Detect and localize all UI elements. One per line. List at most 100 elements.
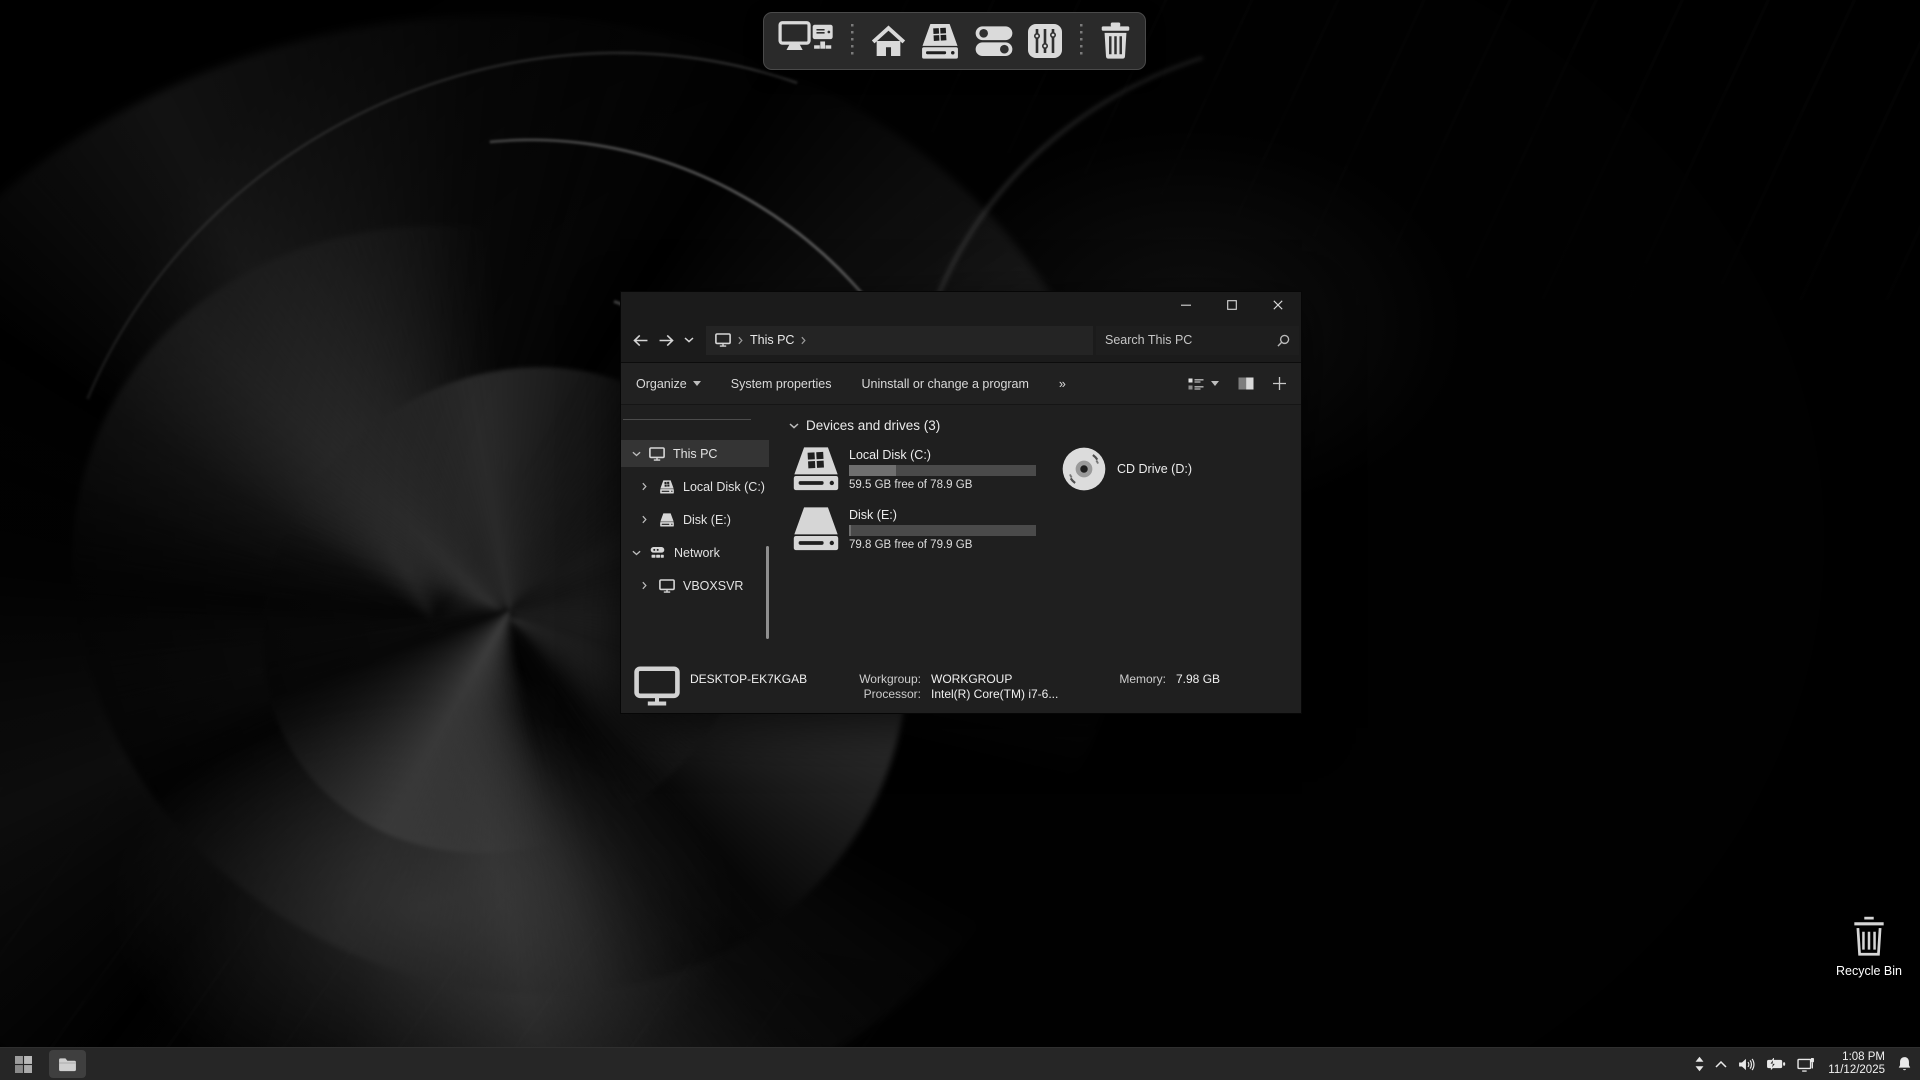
- drive-name: Local Disk (C:): [849, 448, 1036, 462]
- sidebar-item-local-disk-c[interactable]: Local Disk (C:): [621, 473, 769, 500]
- command-bar: Organize System properties Uninstall or …: [621, 363, 1301, 405]
- workgroup-value: WORKGROUP: [931, 672, 1098, 686]
- sidebar-item-label: VBOXSVR: [683, 579, 743, 593]
- this-pc-icon: [715, 333, 731, 347]
- network-icon: [649, 546, 666, 560]
- capacity-bar: [849, 525, 1036, 536]
- processor-label: Processor:: [847, 687, 921, 701]
- drive-free-space: 59.5 GB free of 78.9 GB: [849, 479, 1036, 491]
- computer-name: DESKTOP-EK7KGAB: [690, 672, 837, 686]
- drive-tile-disk-e[interactable]: Disk (E:) 79.8 GB free of 79.9 GB: [786, 504, 1039, 554]
- network-display-icon[interactable]: [1797, 1057, 1815, 1072]
- recent-locations-dropdown[interactable]: [679, 326, 699, 354]
- monitor-icon: [659, 579, 675, 593]
- expand-ribbon-button[interactable]: [1273, 377, 1286, 390]
- group-header[interactable]: Devices and drives (3): [786, 418, 1301, 433]
- sidebar-item-disk-e[interactable]: Disk (E:): [621, 506, 769, 533]
- drive-tile-local-disk-c[interactable]: Local Disk (C:) 59.5 GB free of 78.9 GB: [786, 444, 1039, 494]
- search-icon[interactable]: [1277, 334, 1290, 347]
- memory-label: Memory:: [1108, 672, 1166, 686]
- clock-date: 11/12/2025: [1828, 1064, 1885, 1078]
- sidebar-item-vboxsvr[interactable]: VBOXSVR: [621, 572, 769, 599]
- drive-name: Disk (E:): [849, 508, 1036, 522]
- drive-name: CD Drive (D:): [1117, 462, 1192, 476]
- details-pane: DESKTOP-EK7KGAB Workgroup: WORKGROUP Mem…: [621, 659, 1301, 713]
- system-tray: 1:08 PM 11/12/2025: [1695, 1051, 1920, 1078]
- chevron-right-icon[interactable]: [642, 482, 651, 491]
- forward-button[interactable]: [653, 326, 679, 354]
- drive-free-space: 79.8 GB free of 79.9 GB: [849, 539, 1036, 551]
- drive-tile-cd-d[interactable]: CD Drive (D:): [1039, 444, 1301, 494]
- back-button[interactable]: [627, 326, 653, 354]
- top-dock: [763, 12, 1146, 70]
- uninstall-program-button[interactable]: Uninstall or change a program: [861, 377, 1028, 391]
- disk-icon[interactable]: [919, 23, 961, 60]
- sidebar-scrollbar[interactable]: [766, 546, 769, 639]
- system-properties-button[interactable]: System properties: [731, 377, 832, 391]
- computer-dock-icon[interactable]: [778, 21, 834, 61]
- home-icon[interactable]: [871, 25, 906, 57]
- sidebar-item-label: Network: [674, 546, 720, 560]
- recycle-bin-shortcut[interactable]: Recycle Bin: [1823, 915, 1915, 978]
- file-explorer-taskbar-button[interactable]: [49, 1050, 86, 1078]
- sidebar-item-label: Local Disk (C:): [683, 480, 765, 494]
- change-view-button[interactable]: [1188, 377, 1219, 391]
- chevron-down-icon[interactable]: [632, 550, 641, 556]
- taskbar-clock[interactable]: 1:08 PM 11/12/2025: [1828, 1051, 1885, 1078]
- hidden-icons-chevron[interactable]: [1715, 1061, 1727, 1068]
- chevron-right-icon[interactable]: [642, 581, 651, 590]
- recycle-bin-label: Recycle Bin: [1836, 964, 1902, 978]
- title-bar: [621, 292, 1301, 318]
- navigation-pane: This PC Local Disk (C:) Disk (E:) Networ…: [621, 405, 776, 659]
- trash-icon[interactable]: [1100, 22, 1131, 60]
- start-button[interactable]: [5, 1050, 42, 1078]
- processor-value: Intel(R) Core(TM) i7-6...: [931, 687, 1220, 701]
- computer-details-icon: [634, 665, 680, 707]
- maximize-button[interactable]: [1209, 292, 1255, 318]
- sidebar-item-label: Disk (E:): [683, 513, 731, 527]
- address-bar[interactable]: This PC: [706, 326, 1093, 355]
- recycle-bin-icon: [1850, 915, 1888, 959]
- scroll-arrows-icon[interactable]: [1695, 1056, 1704, 1072]
- memory-value: 7.98 GB: [1176, 672, 1220, 686]
- notifications-bell-icon[interactable]: [1898, 1056, 1911, 1072]
- file-explorer-window: This PC Organize System properties Unins…: [620, 291, 1302, 714]
- chevron-down-icon[interactable]: [632, 451, 641, 457]
- volume-icon[interactable]: [1738, 1058, 1755, 1071]
- battery-charging-icon[interactable]: [1766, 1058, 1786, 1070]
- group-header-label: Devices and drives (3): [806, 418, 940, 433]
- sidebar-item-this-pc[interactable]: This PC: [621, 440, 769, 467]
- navigation-bar: This PC: [621, 318, 1301, 363]
- sidebar-item-network[interactable]: Network: [621, 539, 769, 566]
- preview-pane-button[interactable]: [1238, 377, 1254, 390]
- cd-drive-icon: [1061, 446, 1107, 492]
- search-input[interactable]: [1105, 333, 1277, 347]
- hard-drive-windows-icon: [659, 480, 675, 494]
- chevron-right-icon: [801, 336, 806, 345]
- chevron-right-icon[interactable]: [642, 515, 651, 524]
- toolbar-overflow-button[interactable]: »: [1059, 377, 1066, 391]
- mixer-icon[interactable]: [1027, 23, 1063, 59]
- monitor-icon: [649, 447, 665, 461]
- drives-grid: Local Disk (C:) 59.5 GB free of 78.9 GB …: [786, 444, 1301, 554]
- files-pane: Devices and drives (3) Local Disk (C:) 5…: [776, 405, 1301, 659]
- dock-separator: [851, 24, 854, 58]
- search-box[interactable]: [1096, 326, 1299, 355]
- chevron-right-icon: [738, 336, 743, 345]
- workgroup-label: Workgroup:: [847, 672, 921, 686]
- triangle-down-icon: [693, 381, 701, 386]
- organize-label: Organize: [636, 377, 687, 391]
- hard-drive-icon: [786, 506, 846, 552]
- toggles-icon[interactable]: [974, 25, 1014, 57]
- sidebar-item-label: This PC: [673, 447, 717, 461]
- clock-time: 1:08 PM: [1828, 1051, 1885, 1065]
- chevron-down-icon[interactable]: [789, 423, 799, 429]
- breadcrumb-this-pc[interactable]: This PC: [750, 333, 794, 347]
- minimize-button[interactable]: [1163, 292, 1209, 318]
- dock-separator: [1080, 24, 1083, 58]
- organize-menu[interactable]: Organize: [636, 377, 701, 391]
- hard-drive-windows-icon: [786, 446, 846, 492]
- close-button[interactable]: [1255, 292, 1301, 318]
- hard-drive-icon: [659, 513, 675, 527]
- capacity-bar: [849, 465, 1036, 476]
